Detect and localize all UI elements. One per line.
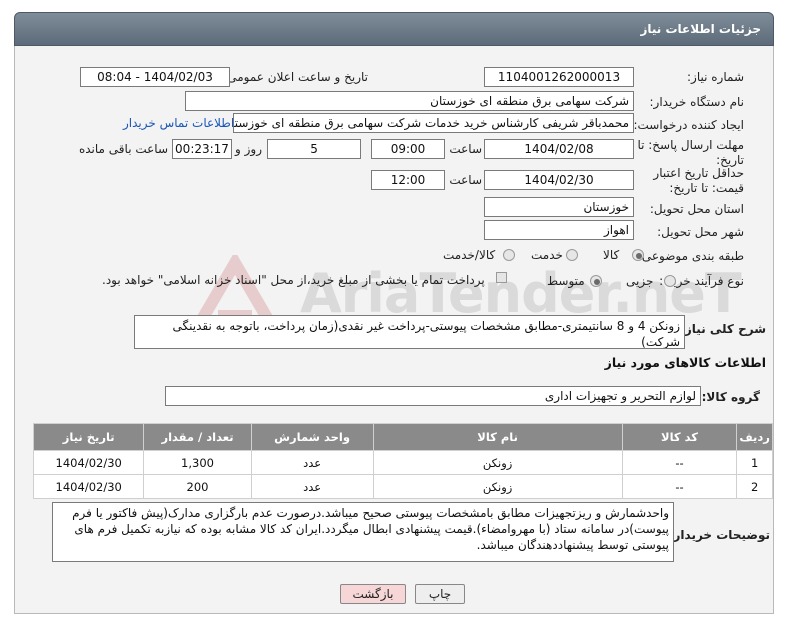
remaining-days-label: روز و <box>235 142 262 156</box>
price-time-field: 12:00 <box>371 170 445 190</box>
table-row: 2 -- زونکن عدد 200 1404/02/30 <box>32 474 773 499</box>
announce-label: تاریخ و ساعت اعلان عمومی: <box>223 70 368 84</box>
buyer-notes-label: توضیحات خریدار: <box>668 528 770 542</box>
cell-row: 1 <box>736 450 773 475</box>
announce-field: 1404/02/03 - 08:04 <box>80 67 230 87</box>
category-option-service: خدمت <box>531 248 563 262</box>
buyer-label: نام دستگاه خریدار: <box>649 95 745 109</box>
cell-unit: عدد <box>250 450 374 475</box>
goods-table: ردیف کد کالا نام کالا واحد شمارش تعداد /… <box>32 423 773 499</box>
category-option-goods: کالا <box>603 248 620 262</box>
panel-header: جزئیات اطلاعات نیاز <box>14 12 774 46</box>
process-option-minor: جزیی <box>626 274 654 288</box>
city-field: اهواز <box>484 220 634 240</box>
reply-time-field: 09:00 <box>371 139 445 159</box>
category-radio-service[interactable] <box>566 249 578 261</box>
cell-qty: 200 <box>143 474 252 499</box>
creator-field: محمدباقر شریفی کارشناس خرید خدمات شرکت س… <box>233 113 634 133</box>
price-time-label: ساعت <box>449 173 482 187</box>
category-radio-both[interactable] <box>503 249 515 261</box>
remaining-days-field: 5 <box>267 139 361 159</box>
cell-name: زونکن <box>372 450 623 475</box>
need-number-field: 1104001262000013 <box>484 67 634 87</box>
cell-row: 2 <box>736 474 773 499</box>
payment-note: پرداخت تمام یا بخشی از مبلغ خرید،از محل … <box>102 273 485 287</box>
buyer-contact-link[interactable]: اطلاعات تماس خریدار <box>123 116 234 130</box>
remaining-time-label: ساعت باقی مانده <box>78 142 168 156</box>
process-option-medium: متوسط <box>547 274 585 288</box>
description-label: شرح کلی نیاز: <box>680 322 766 336</box>
cell-code: -- <box>621 474 738 499</box>
price-date-field: 1404/02/30 <box>484 170 634 190</box>
col-code: کد کالا <box>621 423 738 451</box>
goods-group-label: گروه کالا: <box>701 390 760 404</box>
category-radio-goods[interactable] <box>632 249 644 261</box>
category-label: طبقه بندی موضوعی: <box>637 249 744 263</box>
price-validity-label: حداقل تاریخ اعتبار قیمت: تا تاریخ: <box>653 166 744 195</box>
cell-date: 1404/02/30 <box>32 450 145 475</box>
col-unit: واحد شمارش <box>250 423 374 451</box>
process-radio-medium[interactable] <box>590 275 602 287</box>
cell-unit: عدد <box>250 474 374 499</box>
back-button[interactable]: بازگشت <box>340 584 406 604</box>
province-label: استان محل تحویل: <box>649 202 744 216</box>
buyer-notes-textarea[interactable]: واحدشمارش و ریزتجهیزات مطابق بامشخصات پی… <box>52 502 674 562</box>
col-row: ردیف <box>736 423 773 451</box>
goods-table-header: ردیف کد کالا نام کالا واحد شمارش تعداد /… <box>32 423 773 451</box>
goods-table-wrap: ردیف کد کالا نام کالا واحد شمارش تعداد /… <box>32 423 773 499</box>
payment-checkbox[interactable] <box>496 272 507 283</box>
buyer-field: شرکت سهامی برق منطقه ای خوزستان <box>185 91 634 111</box>
table-row: 1 -- زونکن عدد 1,300 1404/02/30 <box>32 450 773 475</box>
col-qty: تعداد / مقدار <box>143 423 252 451</box>
process-radio-minor[interactable] <box>664 275 676 287</box>
col-date: تاریخ نیاز <box>32 423 145 451</box>
remaining-time-field: 00:23:17 <box>172 139 232 159</box>
print-button[interactable]: چاپ <box>415 584 465 604</box>
category-option-both: کالا/خدمت <box>443 248 496 262</box>
reply-date-field: 1404/02/08 <box>484 139 634 159</box>
goods-group-field: لوازم التحریر و تجهیزات اداری <box>165 386 701 406</box>
cell-date: 1404/02/30 <box>32 474 145 499</box>
creator-label: ایجاد کننده درخواست: <box>633 118 744 132</box>
col-name: نام کالا <box>372 423 623 451</box>
need-number-label: شماره نیاز: <box>687 70 744 84</box>
panel-title: جزئیات اطلاعات نیاز <box>640 22 761 36</box>
reply-deadline-label: مهلت ارسال پاسخ: تا تاریخ: <box>637 138 744 167</box>
city-label: شهر محل تحویل: <box>657 225 744 239</box>
cell-qty: 1,300 <box>143 450 252 475</box>
reply-time-label: ساعت <box>449 142 482 156</box>
cell-code: -- <box>621 450 738 475</box>
cell-name: زونکن <box>372 474 623 499</box>
goods-section-title: اطلاعات کالاهای مورد نیاز <box>604 355 766 370</box>
province-field: خوزستان <box>484 197 634 217</box>
description-textarea[interactable]: زونکن 4 و 8 سانتیمتری-مطابق مشخصات پیوست… <box>134 315 685 349</box>
